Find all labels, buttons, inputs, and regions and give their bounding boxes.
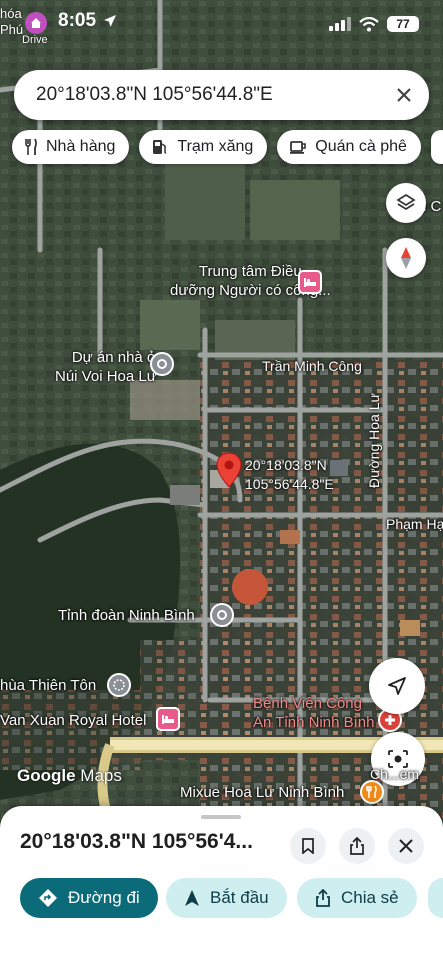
share-icon — [316, 889, 330, 907]
street-label-tran-minh-cong: Trần Minh Công — [262, 358, 362, 374]
fork-knife-icon — [25, 138, 37, 155]
search-query[interactable]: 20°18'03.8"N 105°56'44.8"E — [14, 84, 379, 106]
category-chips: Nhà hàng Trạm xăng Quán cà phê — [12, 130, 443, 164]
status-bar: hóa Phú Drive 8:05 77 — [0, 0, 443, 54]
status-right-icons: 77 — [329, 16, 419, 32]
wifi-icon — [359, 16, 379, 31]
close-icon — [397, 88, 411, 102]
layers-icon — [396, 193, 416, 211]
hotel-icon[interactable] — [298, 270, 322, 294]
status-time: 8:05 — [58, 10, 97, 31]
house-icon — [25, 12, 48, 34]
bookmark-icon — [302, 838, 314, 854]
clear-search-button[interactable] — [379, 70, 429, 120]
chip-gas-stations[interactable]: Trạm xăng — [139, 130, 268, 164]
google-maps-logo: Google Maps — [17, 766, 122, 785]
share-button[interactable] — [339, 828, 375, 864]
navigation-arrow-icon — [388, 677, 406, 695]
map-label-mixue[interactable]: Mixue Hoa Lư Ninh Bình — [180, 783, 344, 802]
directions-button[interactable]: Đường đi — [20, 878, 158, 918]
gas-pump-icon — [153, 140, 167, 154]
close-sheet-button[interactable] — [388, 828, 424, 864]
compass-icon — [401, 247, 411, 269]
map-label-du-an[interactable]: Dự án nhà ở Núi Voi Hoa Lư — [55, 348, 157, 386]
share-icon — [350, 837, 364, 855]
chip-coffee-shops[interactable]: Quán cà phê — [277, 130, 421, 164]
temple-icon[interactable] — [107, 673, 131, 697]
lens-label: Ch...em — [370, 766, 420, 782]
coffee-cup-icon — [290, 141, 307, 154]
battery-icon: 77 — [387, 16, 419, 32]
red-pin-icon[interactable] — [216, 452, 242, 488]
street-label-duong-hoa-lu: Đường Hoa Lư — [366, 393, 382, 488]
status-left-text: hóa Phú Drive — [0, 6, 48, 46]
hotel-icon[interactable] — [156, 707, 180, 731]
compass-button[interactable] — [386, 238, 426, 278]
place-icon[interactable] — [150, 352, 174, 376]
search-bar[interactable]: 20°18'03.8"N 105°56'44.8"E — [14, 70, 429, 120]
close-icon — [399, 839, 413, 853]
more-actions-button[interactable] — [428, 878, 443, 918]
start-button[interactable]: Bắt đầu — [166, 878, 287, 918]
chip-more[interactable] — [430, 130, 443, 164]
layers-button[interactable] — [386, 183, 426, 223]
signal-icon — [329, 17, 351, 31]
pin-coordinates-label: 20°18'03.8"N 105°56'44.8"E — [245, 457, 334, 492]
map-label-van-xuan[interactable]: Van Xuan Royal Hotel — [0, 711, 146, 730]
location-arrow-icon — [104, 15, 116, 27]
my-location-button[interactable] — [369, 658, 425, 714]
map-label-tinh-doan[interactable]: Tỉnh đoàn Ninh Bình — [58, 606, 195, 625]
place-title: 20°18'03.8"N 105°56'4... — [20, 830, 253, 853]
share-action-button[interactable]: Chia sẻ — [297, 878, 417, 918]
sheet-drag-handle[interactable] — [201, 815, 241, 819]
map-label-chua-thien-ton[interactable]: hùa Thiên Tôn — [0, 676, 96, 695]
street-label-pham-hung: Phạm Hạ — [386, 516, 443, 532]
map-label-benh-vien[interactable]: Bệnh Viện Công An Tỉnh Ninh Bình — [253, 694, 374, 732]
save-button[interactable] — [290, 828, 326, 864]
chip-restaurants[interactable]: Nhà hàng — [12, 130, 130, 164]
place-icon[interactable] — [210, 603, 234, 627]
place-bottom-sheet[interactable]: 20°18'03.8"N 105°56'4... Đường đi Bắt đầ… — [0, 806, 443, 960]
directions-icon — [39, 889, 57, 907]
navigation-arrow-icon — [185, 890, 199, 906]
